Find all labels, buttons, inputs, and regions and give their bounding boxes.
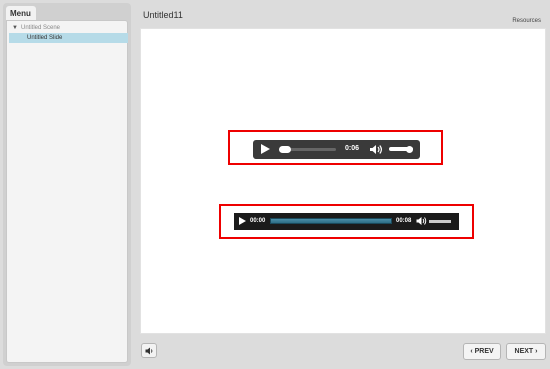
menu-tab[interactable]: Menu	[6, 6, 36, 20]
scene-item[interactable]: ▼ Untitled Scene	[9, 23, 125, 33]
sidebar: Menu ▼ Untitled Scene Untitled Slide	[3, 3, 131, 366]
prev-label: PREV	[474, 348, 494, 355]
volume-icon[interactable]	[416, 216, 427, 226]
mute-button[interactable]	[141, 343, 157, 358]
audio-player-1: 0:06	[253, 140, 420, 159]
volume-handle[interactable]	[406, 146, 413, 153]
speaker-icon	[145, 347, 153, 355]
app-window: Menu ▼ Untitled Scene Untitled Slide Unt…	[0, 0, 550, 369]
duration: 00:08	[396, 218, 412, 224]
chevron-right-icon: ›	[533, 348, 538, 355]
current-time: 00:00	[250, 218, 266, 224]
next-button[interactable]: NEXT ›	[506, 343, 546, 360]
seek-handle[interactable]	[279, 146, 291, 153]
slide-label: Untitled Slide	[27, 35, 63, 41]
resources-link[interactable]: Resources	[512, 18, 541, 24]
slide-stage	[140, 28, 546, 334]
seek-bar[interactable]	[270, 218, 392, 224]
menu-panel: ▼ Untitled Scene Untitled Slide	[6, 20, 128, 363]
play-icon[interactable]	[261, 144, 270, 154]
slide-item[interactable]: Untitled Slide	[9, 33, 128, 43]
volume-icon[interactable]	[369, 144, 383, 155]
volume-slider[interactable]	[429, 220, 451, 223]
play-icon[interactable]	[239, 217, 246, 225]
slide-title: Untitled11	[143, 10, 183, 20]
prev-button[interactable]: ‹ PREV	[463, 343, 501, 360]
audio-player-2: 00:00 00:08	[234, 213, 459, 230]
scene-label: Untitled Scene	[21, 25, 61, 31]
next-label: NEXT	[514, 348, 534, 355]
time-display: 0:06	[345, 145, 360, 152]
collapse-arrow-icon[interactable]: ▼	[12, 23, 18, 33]
